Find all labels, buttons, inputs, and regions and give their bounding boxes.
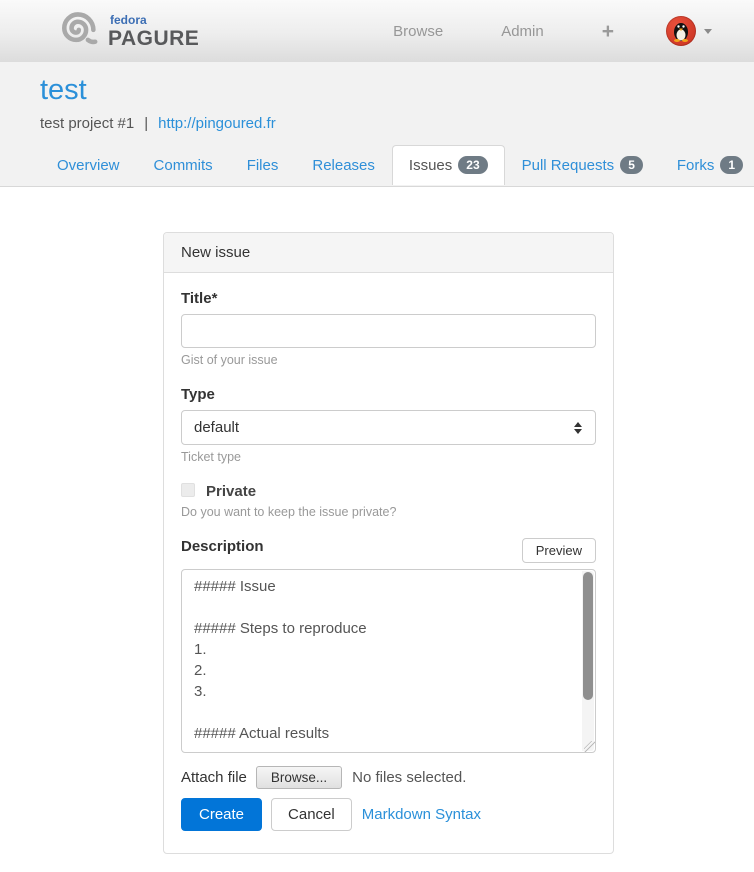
tux-penguin-icon <box>671 20 691 42</box>
description-textarea[interactable]: ##### Issue ##### Steps to reproduce 1. … <box>181 569 596 753</box>
description-group: Description Preview ##### Issue ##### St… <box>181 538 596 753</box>
textarea-scrollbar[interactable] <box>582 571 594 751</box>
nav-browse-link[interactable]: Browse <box>393 13 443 50</box>
new-issue-card: New issue Title* Gist of your issue Type… <box>163 232 614 854</box>
title-label: Title* <box>181 290 596 307</box>
textarea-resize-handle[interactable] <box>584 741 595 752</box>
new-issue-form: Title* Gist of your issue Type default T… <box>164 273 613 853</box>
tab-issues[interactable]: Issues 23 <box>392 145 505 185</box>
title-help-text: Gist of your issue <box>181 353 596 367</box>
pagure-wordmark: PAGURE <box>108 28 199 49</box>
brand-text: fedora PAGURE <box>108 14 199 49</box>
forks-count-badge: 1 <box>720 156 743 174</box>
project-header: test test project #1 | http://pingoured.… <box>0 62 754 187</box>
tab-files[interactable]: Files <box>230 146 296 185</box>
private-label: Private <box>206 483 256 500</box>
issue-type-select[interactable]: default <box>181 410 596 445</box>
form-actions: Create Cancel Markdown Syntax <box>181 798 596 831</box>
tab-commits[interactable]: Commits <box>137 146 230 185</box>
private-help-text: Do you want to keep the issue private? <box>181 505 596 519</box>
tab-releases[interactable]: Releases <box>295 146 392 185</box>
pull-requests-count-badge: 5 <box>620 156 643 174</box>
tab-issues-label: Issues <box>409 157 452 174</box>
cancel-button[interactable]: Cancel <box>271 798 352 831</box>
project-url-link[interactable]: http://pingoured.fr <box>158 115 276 132</box>
private-group: Private Do you want to keep the issue pr… <box>181 483 596 519</box>
preview-button[interactable]: Preview <box>522 538 596 563</box>
tab-forks[interactable]: Forks 1 <box>660 145 754 185</box>
chevron-down-icon[interactable] <box>704 29 712 34</box>
project-tabs: Overview Commits Files Releases Issues 23… <box>40 144 714 184</box>
fedora-wordmark: fedora <box>110 14 199 26</box>
subtitle-separator: | <box>144 115 148 132</box>
user-menu[interactable] <box>666 16 712 46</box>
top-navbar: fedora PAGURE Browse Admin + <box>0 0 754 62</box>
project-description: test project #1 <box>40 115 134 132</box>
tab-pull-requests-label: Pull Requests <box>522 157 615 174</box>
issue-title-input[interactable] <box>181 314 596 348</box>
avatar[interactable] <box>666 16 696 46</box>
card-title: New issue <box>164 233 613 273</box>
create-button[interactable]: Create <box>181 798 262 831</box>
new-project-plus-icon[interactable]: + <box>602 21 614 42</box>
page-title: test <box>40 74 714 106</box>
description-label: Description <box>181 538 264 555</box>
type-help-text: Ticket type <box>181 450 596 464</box>
issues-count-badge: 23 <box>458 156 487 174</box>
pagure-brand[interactable]: fedora PAGURE <box>55 9 199 54</box>
nav-admin-link[interactable]: Admin <box>501 13 544 50</box>
tab-pull-requests[interactable]: Pull Requests 5 <box>505 145 660 185</box>
attach-file-row: Attach file Browse... No files selected. <box>181 766 596 789</box>
attach-file-label: Attach file <box>181 769 247 786</box>
navbar-links: Browse Admin + <box>393 13 712 50</box>
markdown-syntax-link[interactable]: Markdown Syntax <box>362 806 481 823</box>
tab-overview[interactable]: Overview <box>40 146 137 185</box>
tab-forks-label: Forks <box>677 157 715 174</box>
textarea-scrollbar-thumb[interactable] <box>583 572 593 700</box>
type-group: Type default Ticket type <box>181 386 596 464</box>
snail-logo-icon <box>55 9 99 54</box>
title-group: Title* Gist of your issue <box>181 290 596 367</box>
type-label: Type <box>181 386 596 403</box>
project-subtitle: test project #1 | http://pingoured.fr <box>40 115 714 132</box>
private-checkbox[interactable] <box>181 483 195 497</box>
file-selection-status: No files selected. <box>352 769 466 786</box>
browse-button[interactable]: Browse... <box>256 766 342 789</box>
